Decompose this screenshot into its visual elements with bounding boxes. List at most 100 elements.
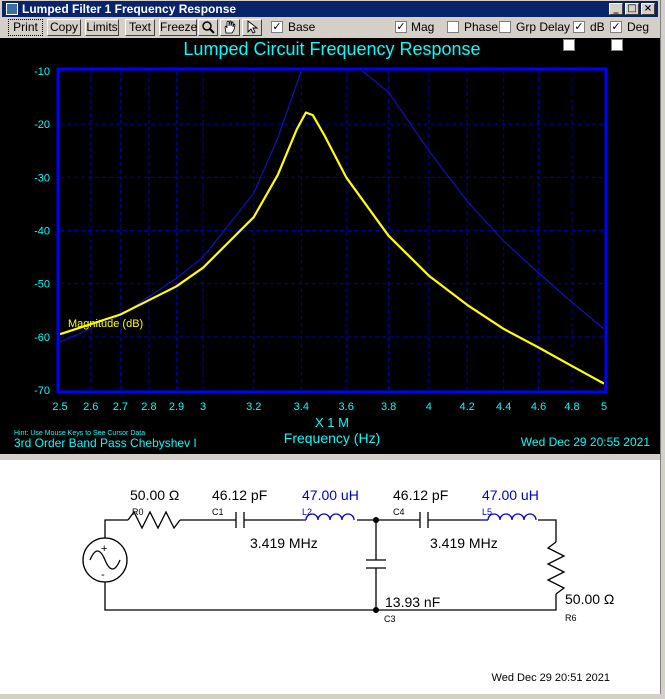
db-label: dB bbox=[590, 20, 605, 34]
left-resonance-frequency: 3.419 MHz bbox=[250, 535, 318, 551]
x-tick-label: 3.2 bbox=[246, 401, 261, 413]
mag-label: Mag bbox=[411, 20, 435, 34]
window-title: Lumped Filter 1 Frequency Response bbox=[22, 2, 237, 16]
x-multiplier-label: X 1 M bbox=[315, 415, 349, 430]
magnitude-series-label: Magnitude (dB) bbox=[68, 318, 143, 330]
toolbar: Print Copy Limits Text Freeze ✓ Base ✓ M… bbox=[0, 18, 660, 38]
deg-checkbox[interactable]: ✓ bbox=[610, 21, 622, 33]
source-minus-sign: - bbox=[101, 569, 105, 581]
limits-button[interactable]: Limits bbox=[85, 19, 119, 36]
x-tick-label: 2.8 bbox=[141, 401, 156, 413]
phase-label: Phase bbox=[464, 20, 499, 34]
x-tick-label: 2.5 bbox=[52, 401, 67, 413]
freeze-button[interactable]: Freeze bbox=[159, 19, 197, 36]
polar-checkbox[interactable] bbox=[611, 39, 623, 51]
source-plus-sign: + bbox=[101, 543, 107, 555]
pointer-tool-button[interactable] bbox=[242, 19, 262, 36]
db-checkbox[interactable]: ✓ bbox=[573, 21, 585, 33]
hand-icon bbox=[224, 20, 236, 34]
grp-delay-label: Grp Delay bbox=[516, 20, 571, 34]
c1-value: 46.12 pF bbox=[212, 487, 267, 503]
deg-label: Deg bbox=[627, 20, 650, 34]
mag-checkbox[interactable]: ✓ bbox=[395, 21, 407, 33]
grp-delay-checkbox[interactable] bbox=[499, 21, 511, 33]
r0-name: R0 bbox=[132, 507, 144, 517]
x-tick-label: 4.8 bbox=[564, 401, 579, 413]
right-resonance-frequency: 3.419 MHz bbox=[430, 535, 498, 551]
frequency-response-chart: Lumped Circuit Frequency Response 2.5 2.6… bbox=[14, 39, 651, 450]
chart-title: Lumped Circuit Frequency Response bbox=[183, 39, 480, 59]
minimize-button[interactable]: _ bbox=[609, 3, 623, 15]
inductor-l5 bbox=[487, 513, 537, 521]
x-tick-label: 3.8 bbox=[381, 401, 396, 413]
wire-source-top bbox=[104, 519, 128, 538]
base-response-curve bbox=[60, 71, 604, 343]
schematic-timestamp: Wed Dec 29 20:51 2021 bbox=[492, 672, 610, 684]
phase-checkbox[interactable] bbox=[447, 21, 459, 33]
circuit-schematic: + - 50.00 Ω R0 46.12 pF C1 47.00 uH L2 3… bbox=[82, 487, 614, 684]
resistor-r6 bbox=[546, 541, 566, 595]
x-tick-label: 4.6 bbox=[531, 401, 546, 413]
filter-response-window: Lumped Filter 1 Frequency Response _ □ ×… bbox=[0, 0, 660, 694]
x-tick-label: 5 bbox=[601, 401, 607, 413]
c1-name: C1 bbox=[212, 507, 224, 517]
y-tick-label: -30 bbox=[34, 172, 50, 184]
series-group bbox=[60, 71, 604, 385]
y-tick-label: -70 bbox=[34, 385, 50, 397]
app-icon bbox=[6, 3, 18, 15]
r6-value: 50.00 Ω bbox=[565, 591, 614, 607]
x-tick-label: 4.4 bbox=[496, 401, 511, 413]
x-tick-label: 3.4 bbox=[294, 401, 309, 413]
arrow-cursor-icon bbox=[247, 20, 259, 34]
r0-value: 50.00 Ω bbox=[130, 487, 179, 503]
l5-value: 47.00 uH bbox=[482, 487, 539, 503]
y-tick-label: -40 bbox=[34, 226, 50, 238]
pan-tool-button[interactable] bbox=[220, 19, 240, 36]
junction-node-top bbox=[373, 517, 379, 523]
y-tick-label: -10 bbox=[34, 66, 50, 78]
c4-value: 46.12 pF bbox=[393, 487, 448, 503]
x-tick-label: 3 bbox=[200, 401, 206, 413]
c4-name: C4 bbox=[393, 507, 405, 517]
wire-ground-return bbox=[104, 582, 557, 611]
text-button[interactable]: Text bbox=[125, 19, 155, 36]
x-axis-label: Frequency (Hz) bbox=[284, 430, 380, 446]
inductor-l2 bbox=[305, 513, 355, 521]
x-tick-label: 2.7 bbox=[113, 401, 128, 413]
plot-panel[interactable]: Lumped Circuit Frequency Response 2.5 2.6… bbox=[0, 38, 660, 454]
plot-grid bbox=[60, 71, 604, 390]
polar-label: Polar bbox=[628, 38, 657, 52]
x-tick-label: 3.6 bbox=[339, 401, 354, 413]
filter-label: 3rd Order Band Pass Chebyshev I bbox=[14, 436, 197, 450]
x-tick-label: 2.9 bbox=[169, 401, 184, 413]
magnifier-icon bbox=[202, 21, 215, 34]
y-tick-label: -50 bbox=[34, 279, 50, 291]
right-edge-scrollbar[interactable] bbox=[660, 0, 665, 694]
title-bar: Lumped Filter 1 Frequency Response _ □ × bbox=[2, 1, 658, 17]
base-checkbox[interactable]: ✓ bbox=[271, 21, 283, 33]
base-label: Base bbox=[288, 20, 316, 34]
maximize-button[interactable]: □ bbox=[625, 3, 639, 15]
junction-node-bottom bbox=[373, 607, 379, 613]
plot-timestamp: Wed Dec 29 20:55 2021 bbox=[521, 435, 651, 449]
schematic-panel: + - 50.00 Ω R0 46.12 pF C1 47.00 uH L2 3… bbox=[0, 460, 660, 694]
c3-name: C3 bbox=[384, 614, 396, 624]
close-button[interactable]: × bbox=[641, 3, 655, 15]
smith-label: Smith bbox=[580, 38, 611, 52]
y-tick-label: -20 bbox=[34, 119, 50, 131]
magnitude-curve bbox=[60, 111, 604, 385]
x-tick-label: 4 bbox=[426, 401, 432, 413]
y-tick-label: -60 bbox=[34, 332, 50, 344]
x-tick-label: 2.6 bbox=[83, 401, 98, 413]
l2-name: L2 bbox=[302, 507, 312, 517]
l5-name: L5 bbox=[482, 507, 492, 517]
zoom-tool-button[interactable] bbox=[198, 19, 218, 36]
l2-value: 47.00 uH bbox=[302, 487, 359, 503]
r6-name: R6 bbox=[565, 613, 577, 623]
copy-button[interactable]: Copy bbox=[47, 19, 81, 36]
print-button[interactable]: Print bbox=[8, 19, 43, 36]
x-tick-label: 4.2 bbox=[460, 401, 475, 413]
c3-value: 13.93 nF bbox=[385, 594, 440, 610]
wire-l5-r6 bbox=[538, 519, 557, 542]
smith-checkbox[interactable] bbox=[563, 39, 575, 51]
